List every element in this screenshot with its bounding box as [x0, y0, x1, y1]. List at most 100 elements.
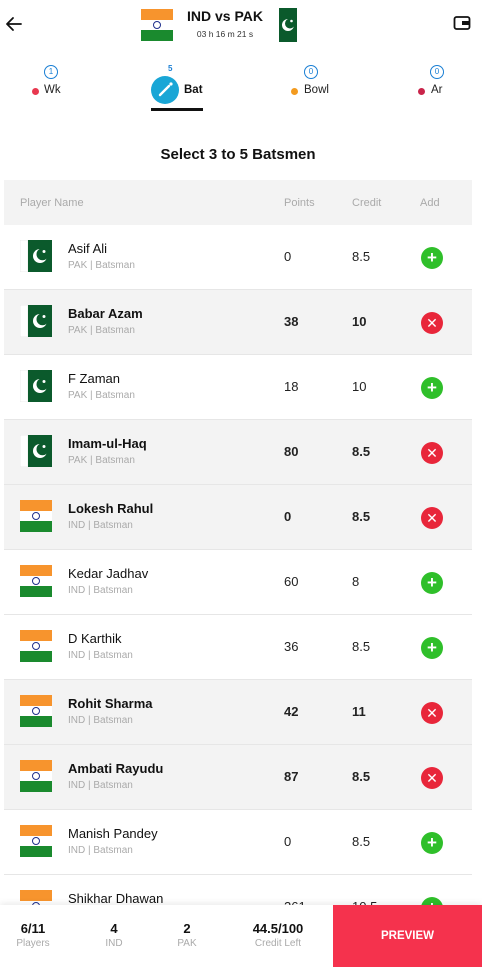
player-points: 80	[284, 444, 299, 459]
pakistan-flag-icon	[19, 369, 52, 403]
player-team-role: PAK | Batsman	[68, 260, 135, 271]
player-name: Asif Ali	[68, 241, 108, 256]
ind-count: 4	[110, 921, 118, 936]
player-row[interactable]: Ambati Rayudu IND | Batsman 87 8.5 ✕	[4, 745, 472, 810]
player-credit: 11	[352, 704, 366, 719]
player-points: 0	[284, 509, 292, 524]
player-points: 60	[284, 574, 299, 589]
player-name: F Zaman	[68, 371, 121, 386]
remove-player-button[interactable]: ✕	[421, 312, 443, 334]
pakistan-flag-icon	[19, 434, 52, 468]
match-title: IND vs PAK	[187, 8, 263, 24]
player-credit: 8.5	[352, 769, 371, 784]
player-name: Babar Azam	[68, 306, 143, 321]
india-flag-icon	[20, 825, 52, 857]
tab-bowl[interactable]: 0 Bowl	[288, 62, 338, 112]
col-credit: Credit	[352, 197, 382, 209]
tab-bat[interactable]: 5 Bat	[151, 62, 203, 112]
add-player-button[interactable]: +	[421, 247, 443, 269]
tab-wk[interactable]: 1 Wk	[30, 62, 70, 112]
player-row[interactable]: D Karthik IND | Batsman 36 8.5 +	[4, 615, 472, 680]
bat-icon	[151, 76, 179, 104]
add-player-button[interactable]: +	[421, 637, 443, 659]
match-countdown: 03 h 16 m 21 s	[196, 29, 254, 39]
player-name: Lokesh Rahul	[68, 501, 154, 516]
player-row[interactable]: Manish Pandey IND | Batsman 0 8.5 +	[4, 810, 472, 875]
player-row[interactable]: Lokesh Rahul IND | Batsman 0 8.5 ✕	[4, 485, 472, 550]
pakistan-flag-icon	[273, 8, 297, 42]
pakistan-flag-icon	[19, 239, 52, 273]
ind-label: IND	[105, 938, 123, 949]
remove-player-button[interactable]: ✕	[421, 442, 443, 464]
player-credit: 8.5	[352, 509, 371, 524]
player-team-role: IND | Batsman	[68, 585, 133, 596]
credit-left-label: Credit Left	[254, 938, 302, 949]
player-team-role: PAK | Batsman	[68, 455, 135, 466]
tab-bowl-label: Bowl	[304, 84, 329, 96]
col-add: Add	[420, 197, 440, 209]
player-team-role: IND | Batsman	[68, 715, 133, 726]
player-row[interactable]: Asif Ali PAK | Batsman 0 8.5 +	[4, 225, 472, 290]
player-team-role: IND | Batsman	[68, 650, 133, 661]
wallet-icon[interactable]	[453, 14, 471, 32]
col-points: Points	[284, 197, 315, 209]
india-flag-icon	[141, 9, 173, 41]
section-title: Select 3 to 5 Batsmen	[160, 146, 316, 163]
preview-button[interactable]: PREVIEW	[333, 905, 482, 967]
player-row[interactable]: Imam-ul-Haq PAK | Batsman 80 8.5 ✕	[4, 420, 472, 485]
tab-wk-count: 1	[44, 65, 58, 79]
add-player-button[interactable]: +	[421, 572, 443, 594]
players-count: 6/11	[20, 921, 46, 936]
player-name: D Karthik	[68, 631, 122, 646]
remove-player-button[interactable]: ✕	[421, 507, 443, 529]
player-credit: 10	[352, 379, 367, 394]
india-flag-icon	[20, 500, 52, 532]
india-flag-icon	[20, 695, 52, 727]
player-points: 18	[284, 379, 299, 394]
player-credit: 8.5	[352, 444, 371, 459]
player-row[interactable]: Rohit Sharma IND | Batsman 42 11 ✕	[4, 680, 472, 745]
india-flag-icon	[20, 760, 52, 792]
pak-stat: 2 PAK	[147, 921, 227, 949]
col-player-name: Player Name	[20, 197, 84, 209]
pak-label: PAK	[177, 938, 197, 949]
remove-player-button[interactable]: ✕	[421, 767, 443, 789]
player-row[interactable]: Shikhar Dhawan IND | Batsman 261 10.5 +	[4, 875, 472, 905]
india-flag-icon	[20, 630, 52, 662]
player-points: 0	[284, 249, 292, 264]
player-row[interactable]: F Zaman PAK | Batsman 18 10 +	[4, 355, 472, 420]
role-tabs: 1 Wk 5 Bat 0 Bowl 0 Ar	[0, 62, 482, 116]
add-player-button[interactable]: +	[421, 377, 443, 399]
back-arrow-icon[interactable]	[4, 12, 24, 36]
player-name: Kedar Jadhav	[68, 566, 149, 581]
tab-ar[interactable]: 0 Ar	[416, 62, 456, 112]
player-row[interactable]: Babar Azam PAK | Batsman 38 10 ✕	[4, 290, 472, 355]
remove-player-button[interactable]: ✕	[421, 702, 443, 724]
pak-count: 2	[183, 921, 191, 936]
tab-wk-label: Wk	[44, 84, 61, 96]
match-header: IND vs PAK 03 h 16 m 21 s	[0, 0, 482, 52]
team-summary-footer: 6/11 Players 4 IND 2 PAK 44.5/100 Credit…	[0, 905, 482, 967]
ind-stat: 4 IND	[74, 921, 154, 949]
player-list[interactable]: Asif Ali PAK | Batsman 0 8.5 + Babar Aza…	[4, 225, 472, 905]
player-team-role: PAK | Batsman	[68, 325, 135, 336]
active-tab-indicator	[151, 108, 203, 111]
player-name: Imam-ul-Haq	[68, 436, 147, 451]
player-credit: 10	[352, 314, 367, 329]
player-team-role: IND | Batsman	[68, 780, 133, 791]
player-points: 42	[284, 704, 299, 719]
player-credit: 8	[352, 574, 360, 589]
add-player-button[interactable]: +	[421, 897, 443, 905]
india-flag-icon	[20, 565, 52, 597]
player-row[interactable]: Kedar Jadhav IND | Batsman 60 8 +	[4, 550, 472, 615]
player-name: Rohit Sharma	[68, 696, 153, 711]
pakistan-flag-icon	[19, 304, 52, 338]
player-points: 36	[284, 639, 299, 654]
player-points: 0	[284, 834, 292, 849]
player-credit: 8.5	[352, 249, 371, 264]
add-player-button[interactable]: +	[421, 832, 443, 854]
player-name: Shikhar Dhawan	[68, 891, 164, 905]
player-credit: 8.5	[352, 639, 371, 654]
tab-bat-label: Bat	[184, 84, 203, 96]
players-stat: 6/11 Players	[0, 921, 73, 949]
